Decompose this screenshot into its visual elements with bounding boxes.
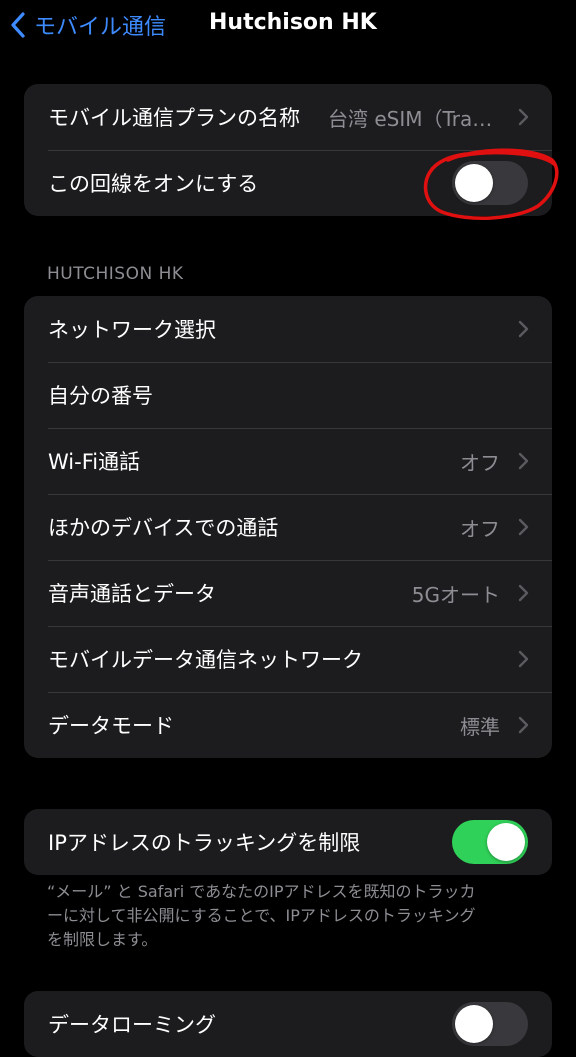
plan-settings-group: モバイル通信プランの名称 台湾 eSIM（Travel... この回線をオンにす… — [24, 84, 552, 216]
chevron-right-icon — [516, 649, 530, 669]
plan-name-label: モバイル通信プランの名称 — [48, 106, 300, 130]
toggle-knob — [487, 823, 525, 861]
limit-ip-tracking-toggle[interactable] — [452, 820, 528, 864]
voice-and-data-value: 5Gオート — [411, 582, 500, 607]
wifi-calling-label: Wi-Fi通話 — [48, 450, 141, 474]
back-button-label: モバイル通信 — [34, 15, 167, 40]
chevron-right-icon — [516, 107, 530, 127]
ip-tracking-group: IPアドレスのトラッキングを制限 — [24, 809, 552, 875]
page-title: Hutchison HK — [209, 10, 377, 35]
network-selection-row[interactable]: ネットワーク選択 — [24, 296, 552, 362]
plan-name-row[interactable]: モバイル通信プランの名称 台湾 eSIM（Travel... — [24, 84, 552, 150]
chevron-right-icon — [516, 715, 530, 735]
back-button[interactable]: モバイル通信 — [10, 8, 166, 42]
chevron-right-icon — [516, 517, 530, 537]
wifi-calling-row[interactable]: Wi-Fi通話 オフ — [24, 428, 552, 494]
network-selection-label: ネットワーク選択 — [48, 318, 216, 342]
enable-line-row: この回線をオンにする — [24, 150, 552, 216]
chevron-right-icon — [516, 319, 530, 339]
my-number-label: 自分の番号 — [48, 384, 153, 408]
enable-line-toggle[interactable] — [452, 161, 528, 205]
data-mode-label: データモード — [48, 714, 174, 738]
navigation-bar: モバイル通信 Hutchison HK — [0, 0, 576, 50]
data-roaming-toggle[interactable] — [452, 1002, 528, 1046]
my-number-row[interactable]: 自分の番号 — [24, 362, 552, 428]
enable-line-label: この回線をオンにする — [48, 172, 259, 196]
other-devices-calls-label: ほかのデバイスでの通話 — [48, 516, 279, 540]
data-mode-row[interactable]: データモード 標準 — [24, 692, 552, 758]
data-roaming-row: データローミング — [24, 991, 552, 1057]
cellular-data-network-row[interactable]: モバイルデータ通信ネットワーク — [24, 626, 552, 692]
ip-tracking-footnote: “メール” と Safari であなたのIPアドレスを既知のトラッカーに対して非… — [47, 882, 476, 949]
limit-ip-tracking-row: IPアドレスのトラッキングを制限 — [24, 809, 552, 875]
roaming-group: データローミング — [24, 991, 552, 1057]
data-mode-value: 標準 — [460, 714, 500, 739]
voice-and-data-label: 音声通話とデータ — [48, 582, 216, 606]
section-header: HUTCHISON HK — [47, 264, 184, 284]
chevron-left-icon — [10, 12, 26, 38]
chevron-right-icon — [516, 451, 530, 471]
other-devices-calls-row[interactable]: ほかのデバイスでの通話 オフ — [24, 494, 552, 560]
other-devices-calls-value: オフ — [460, 516, 500, 541]
carrier-settings-group: ネットワーク選択 自分の番号 Wi-Fi通話 オフ ほかのデバイスでの通話 オフ… — [24, 296, 552, 758]
cellular-data-network-label: モバイルデータ通信ネットワーク — [48, 648, 363, 672]
data-roaming-label: データローミング — [48, 1013, 216, 1037]
toggle-knob — [455, 1005, 493, 1043]
chevron-right-icon — [516, 583, 530, 603]
limit-ip-tracking-label: IPアドレスのトラッキングを制限 — [48, 831, 361, 855]
toggle-knob — [455, 164, 493, 202]
wifi-calling-value: オフ — [460, 450, 500, 475]
voice-and-data-row[interactable]: 音声通話とデータ 5Gオート — [24, 560, 552, 626]
plan-name-value: 台湾 eSIM（Travel... — [328, 106, 500, 131]
